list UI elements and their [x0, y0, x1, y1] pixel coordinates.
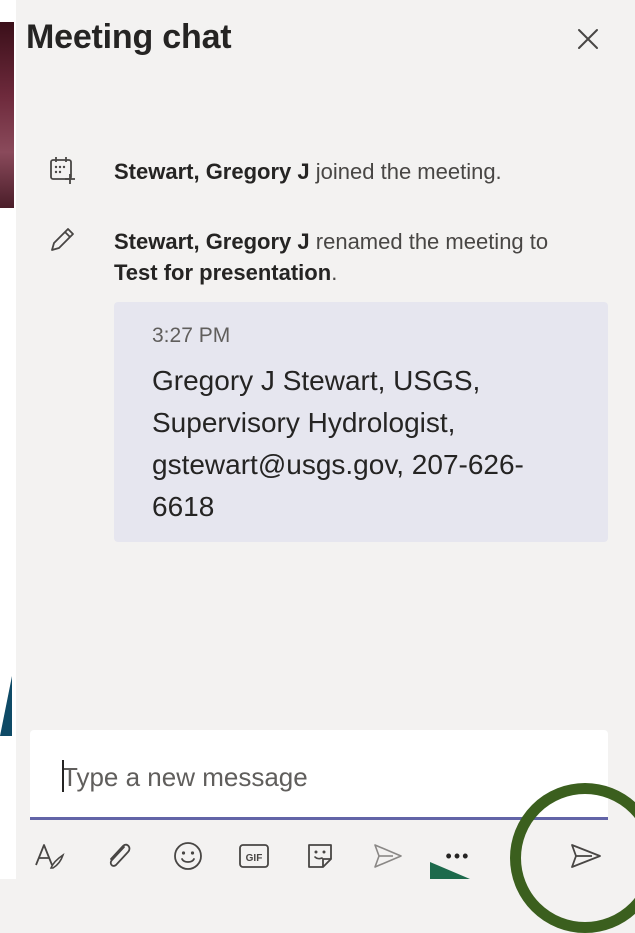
message-line: gstewart@usgs.gov, 207-626-	[152, 449, 524, 480]
praise-icon	[374, 844, 402, 868]
meeting-name: Test for presentation	[114, 260, 332, 285]
more-options-icon: •••	[445, 845, 471, 866]
attach-button[interactable]	[101, 838, 137, 874]
message-line: 6618	[152, 491, 215, 522]
panel-header: Meeting chat	[16, 0, 635, 80]
more-options-button[interactable]: •••	[440, 838, 476, 874]
gif-label: GIF	[246, 853, 263, 864]
slide-photo	[0, 22, 14, 208]
gif-button[interactable]: GIF	[236, 838, 272, 874]
page-title: Meeting chat	[26, 18, 232, 56]
message-input[interactable]	[60, 756, 584, 798]
text-caret	[62, 760, 64, 792]
format-icon	[35, 844, 65, 869]
event-description: joined the meeting.	[315, 159, 502, 184]
message-timestamp: 3:27 PM	[152, 324, 231, 347]
send-icon	[571, 844, 601, 868]
calendar-add-icon	[50, 157, 75, 184]
sticker-button[interactable]	[302, 838, 338, 874]
emoji-icon	[174, 842, 202, 870]
event-period: .	[331, 260, 338, 285]
event-actor: Stewart, Gregory J	[114, 229, 310, 254]
message-body: Gregory J Stewart, USGS, Supervisory Hyd…	[152, 360, 572, 528]
send-button[interactable]	[568, 838, 604, 874]
format-button[interactable]	[32, 838, 68, 874]
chat-message[interactable]: 3:27 PM Gregory J Stewart, USGS, Supervi…	[114, 302, 608, 542]
event-text: Stewart, Gregory J renamed the meeting t…	[114, 226, 595, 288]
compose-box[interactable]	[30, 730, 608, 820]
message-line: Supervisory Hydrologist,	[152, 407, 456, 438]
event-text: Stewart, Gregory J joined the meeting.	[114, 156, 595, 187]
close-icon	[578, 29, 598, 49]
slide-shape	[0, 676, 12, 736]
event-actor: Stewart, Gregory J	[114, 159, 310, 184]
pencil-icon	[51, 228, 74, 251]
gif-icon: GIF	[239, 844, 269, 868]
close-button[interactable]	[571, 22, 605, 56]
meeting-chat-panel: Meeting chat Stewart, Gregory J joined t…	[16, 0, 635, 879]
event-description: renamed the meeting to	[315, 229, 549, 254]
slide-backdrop	[0, 0, 16, 879]
emoji-button[interactable]	[170, 838, 206, 874]
sticker-icon	[308, 844, 332, 868]
praise-button[interactable]	[370, 838, 406, 874]
compose-toolbar: GIF •••	[16, 832, 635, 879]
message-line: Gregory J Stewart, USGS,	[152, 365, 481, 396]
attach-icon	[109, 843, 131, 867]
